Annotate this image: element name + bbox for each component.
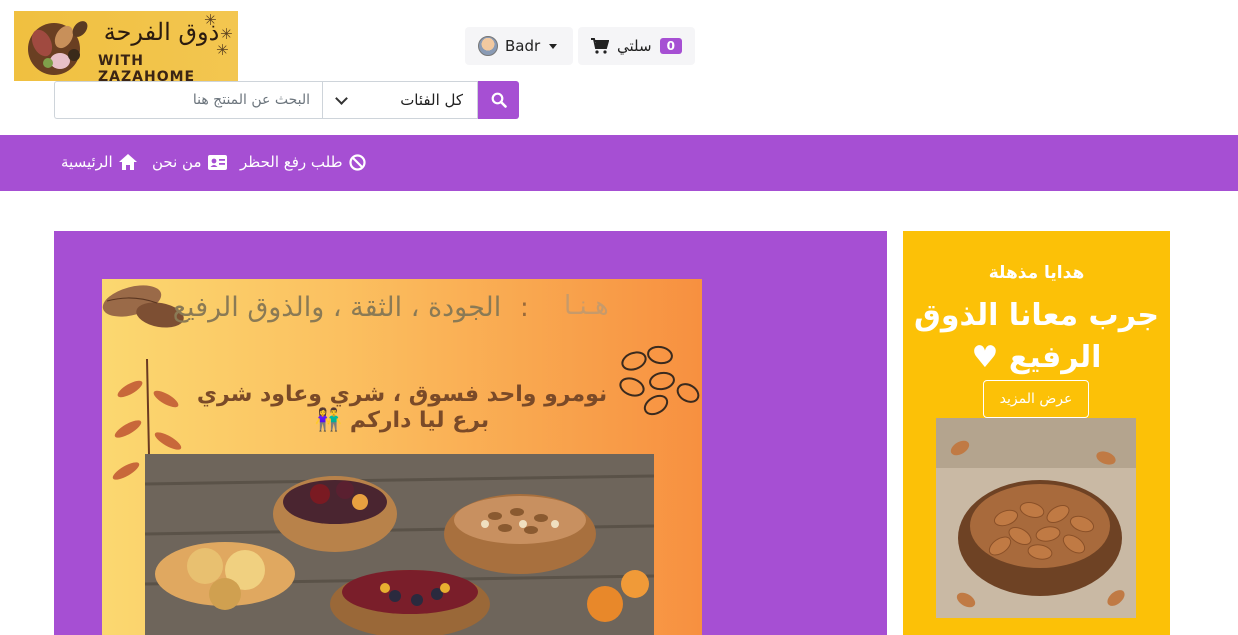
view-more-button[interactable]: عرض المزيد [983,380,1089,418]
ban-icon [348,153,366,171]
hero-banner-image[interactable]: هـنـا : الجودة ، الثقة ، والذوق الرفيع ن… [102,279,702,635]
search-icon [491,92,507,108]
home-icon [118,154,137,170]
promo-card: هدايا مذهلة جرب معانا الذوق الرفيع ♥ عرض… [903,231,1170,635]
sparkle-icon: ✳ [216,41,229,59]
search-input[interactable] [54,81,322,119]
user-menu-button[interactable]: Badr [465,27,573,65]
cart-icon [591,38,609,54]
almonds-photo [936,418,1136,618]
banner-subline: نومرو واحد فسوق ، شري وعاود شري برع ليا … [196,382,608,433]
banner-headline: الجودة ، الثقة ، والذوق الرفيع [172,292,502,323]
sparkle-icon: ✳ [204,11,217,29]
category-select[interactable]: كل الفئات [322,81,478,119]
cart-label: سلتي [617,37,652,55]
nav-item-about[interactable]: من نحن [152,153,227,171]
hero-carousel: هـنـا : الجودة ، الثقة ، والذوق الرفيع ن… [54,231,887,635]
cart-count-badge: 0 [659,38,682,54]
caret-down-icon [549,43,558,49]
almond-sketch-illustration [619,345,700,416]
avatar [478,36,498,56]
cart-button[interactable]: سلتي 0 [578,27,695,65]
user-name: Badr [505,37,541,55]
page: ذوق الفرحة WITH ZAZAHOME ✳ ✳ ✳ Badr سلتي… [0,0,1238,635]
site-logo[interactable]: ذوق الفرحة WITH ZAZAHOME ✳ ✳ ✳ [14,11,238,81]
promo-kicker: هدايا مذهلة [988,263,1085,283]
nav-item-unban-request[interactable]: طلب رفع الحظر [240,153,366,171]
banner-here-text: هـنـا [564,291,609,321]
search-button[interactable] [478,81,519,119]
chevron-down-icon [335,91,348,105]
nuts-illustration [28,21,88,75]
nav-item-label: الرئيسية [61,153,113,171]
category-selected: كل الفئات [400,91,463,109]
id-card-icon [207,154,227,170]
nav-item-home[interactable]: الرئيسية [61,153,137,171]
promo-title: جرب معانا الذوق الرفيع ♥ [914,298,1159,375]
search-bar: كل الفئات [54,81,519,119]
nav-item-label: طلب رفع الحظر [240,153,343,171]
nav-item-label: من نحن [152,153,202,171]
main-nav: الرئيسية من نحن طلب رفع الحظر [0,135,1238,191]
dried-fruit-photo [145,454,654,635]
